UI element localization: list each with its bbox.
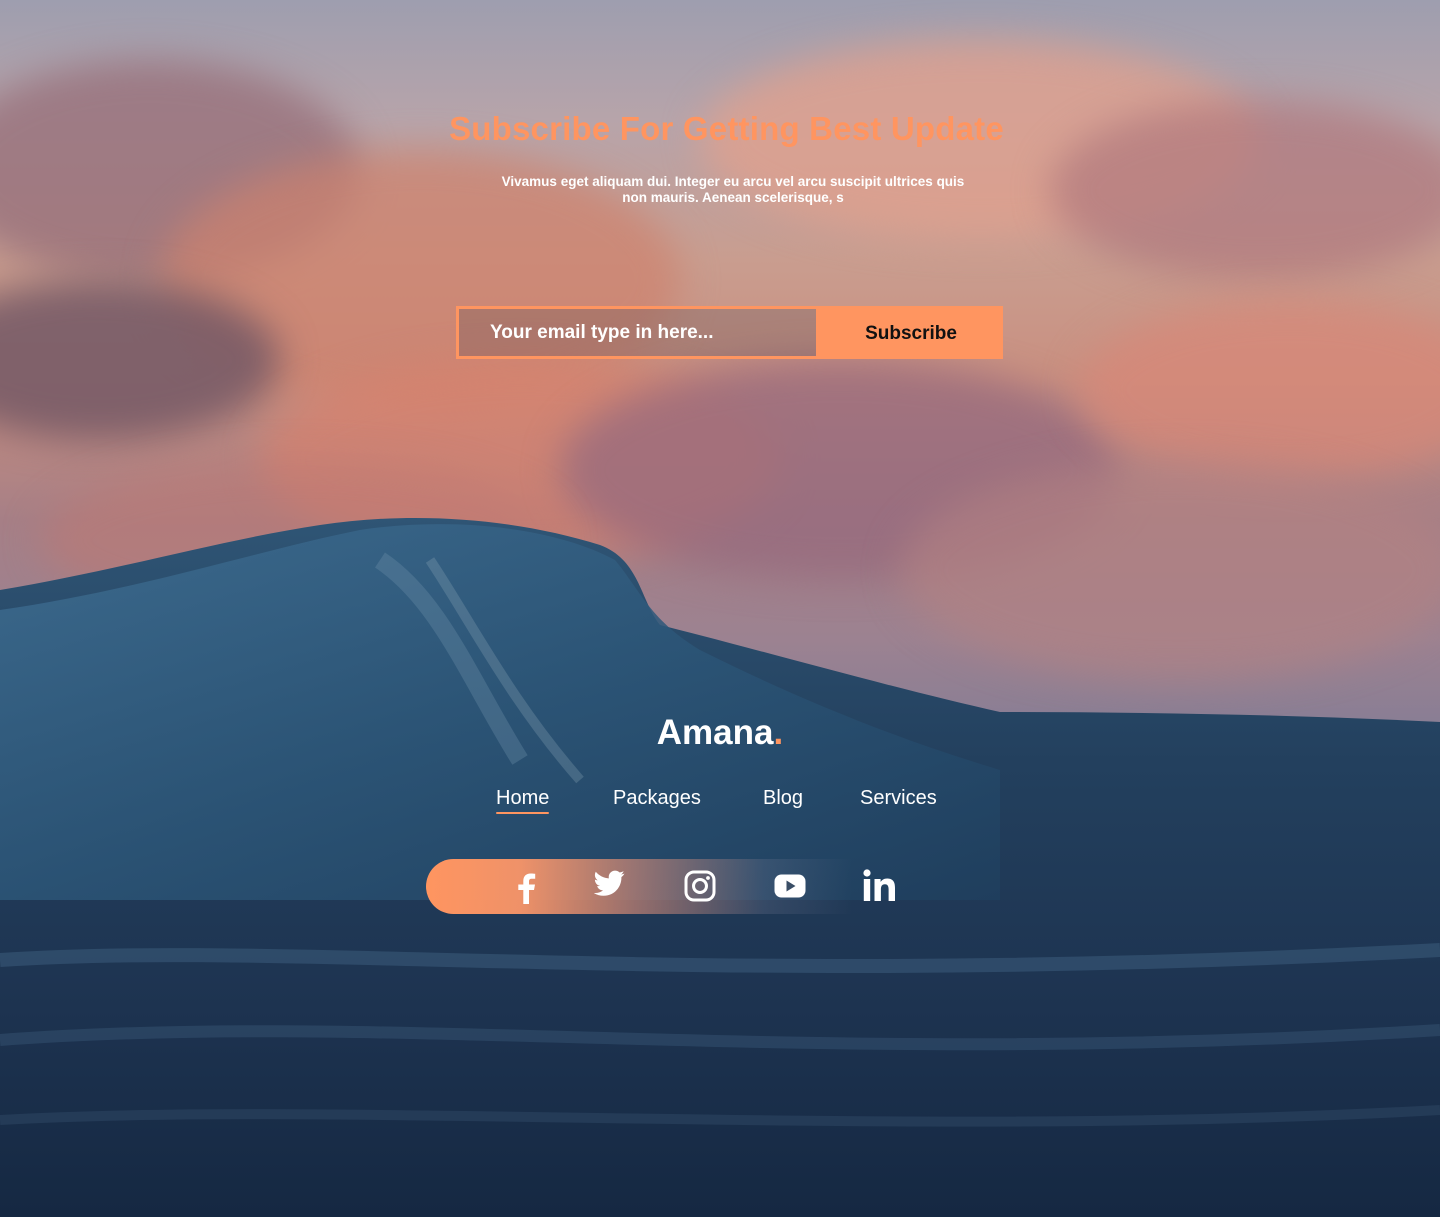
email-field-box [456, 306, 819, 359]
linkedin-icon[interactable] [863, 869, 896, 902]
nav-link-home[interactable]: Home [496, 787, 550, 814]
nav-link-label: Home [496, 787, 550, 809]
nav-link-packages[interactable]: Packages [613, 787, 701, 810]
brand-logo[interactable]: Amana. [0, 713, 1440, 753]
youtube-icon[interactable] [774, 874, 806, 898]
brand-dot: . [773, 713, 784, 752]
email-input[interactable] [490, 321, 810, 344]
footer-nav: Home Packages Blog Services [0, 787, 1440, 817]
subscribe-button[interactable]: Subscribe [819, 306, 1003, 359]
subscribe-title: Subscribe For Getting Best Update [449, 110, 1004, 147]
subscribe-form: Subscribe [456, 306, 1003, 359]
nav-link-services[interactable]: Services [860, 787, 937, 810]
subscribe-description: Vivamus eget aliquam dui. Integer eu arc… [501, 174, 965, 205]
instagram-icon[interactable] [684, 870, 716, 902]
nav-link-blog[interactable]: Blog [763, 787, 803, 810]
brand-name: Amana [656, 713, 774, 752]
facebook-icon[interactable] [515, 873, 537, 904]
active-nav-underline [496, 812, 550, 814]
twitter-icon[interactable] [594, 870, 625, 897]
